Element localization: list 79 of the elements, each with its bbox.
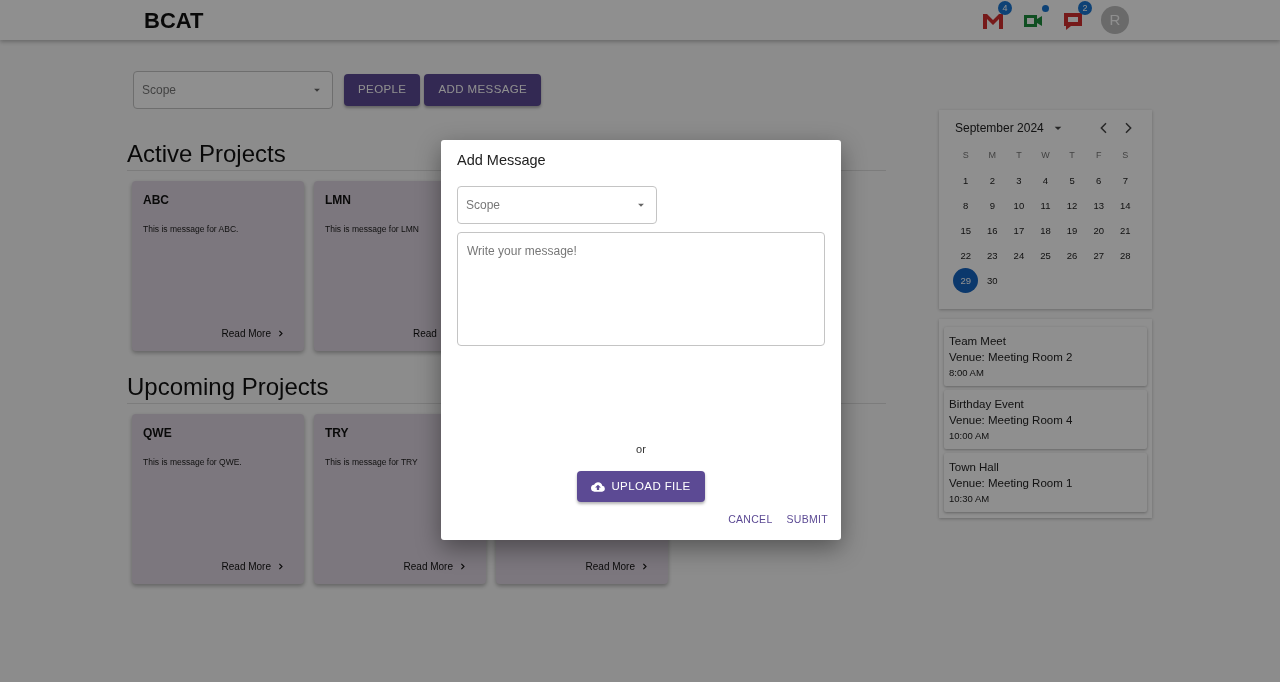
dialog-action-button[interactable]: CANCEL [725, 510, 776, 530]
action-button[interactable]: ADD MESSAGE [424, 74, 542, 106]
calendar-day[interactable]: 20 [1086, 218, 1112, 243]
calendar-day[interactable]: 6 [1086, 168, 1112, 193]
event-card[interactable]: Team Meet Venue: Meeting Room 2 8:00 AM [944, 327, 1147, 386]
calendar-day[interactable]: 3 [1006, 168, 1032, 193]
dialog-title: Add Message [457, 152, 547, 170]
calendar-day[interactable]: 24 [1006, 243, 1032, 268]
event-time: 8:00 AM [949, 366, 985, 380]
event-time: 10:00 AM [949, 429, 991, 443]
calendar-day[interactable]: 4 [1033, 168, 1058, 193]
weekday-label: S [961, 149, 970, 162]
calendar-day[interactable]: 8 [953, 193, 979, 218]
calendar-day[interactable]: 21 [1112, 218, 1138, 243]
read-more-link[interactable]: Read More [221, 325, 293, 341]
calendar-day[interactable]: 27 [1086, 243, 1112, 268]
calendar-day[interactable]: 19 [1059, 218, 1085, 243]
card-message: This is message for QWE. [143, 455, 243, 469]
weekday-label: T [1068, 149, 1076, 162]
calendar-day[interactable]: 13 [1086, 193, 1112, 218]
calendar-day[interactable]: 5 [1059, 168, 1085, 193]
weekday-label: T [1015, 149, 1023, 162]
calendar-day[interactable]: 28 [1112, 243, 1138, 268]
upload-file-button[interactable]: UPLOAD FILE [577, 471, 705, 503]
month-label[interactable]: September 2024 [955, 118, 1044, 137]
card-title: QWE [143, 424, 173, 442]
card-message: This is message for LMN [325, 222, 420, 236]
calendar-day[interactable]: 12 [1059, 193, 1085, 218]
calendar-day[interactable]: 22 [953, 243, 979, 268]
action-button[interactable]: PEOPLE [344, 74, 421, 106]
event-title: Birthday Event [949, 397, 1025, 412]
chevron-right-icon [640, 561, 649, 571]
count-badge: 4 [998, 1, 1012, 15]
calendar-day[interactable]: 30 [979, 268, 1005, 293]
separator-text: or [635, 441, 647, 457]
dialog-action-button[interactable]: SUBMIT [783, 510, 831, 530]
event-card[interactable]: Birthday Event Venue: Meeting Room 4 10:00 AM [944, 390, 1147, 449]
chevron-right-icon [276, 328, 285, 338]
chevron-right-icon [458, 561, 467, 571]
weekday-label: W [1040, 149, 1051, 162]
calendar-day[interactable]: 15 [953, 218, 979, 243]
card-message: This is message for ABC. [143, 222, 240, 236]
event-title: Town Hall [949, 460, 1000, 475]
card-title: ABC [143, 191, 170, 209]
calendar-day[interactable]: 18 [1033, 218, 1058, 243]
card-title: TRY [325, 424, 350, 442]
calendar-day[interactable]: 1 [953, 168, 979, 193]
read-more-link[interactable]: Read More [403, 558, 475, 574]
calendar-day[interactable]: 2 [979, 168, 1005, 193]
calendar-day[interactable]: 10 [1006, 193, 1032, 218]
weekday-label: F [1094, 149, 1103, 162]
event-venue: Venue: Meeting Room 2 [949, 350, 1074, 365]
calendar-day[interactable]: 26 [1059, 243, 1085, 268]
read-more-link[interactable]: Read More [585, 558, 657, 574]
count-badge: 2 [1078, 1, 1092, 15]
calendar-day[interactable]: 25 [1033, 243, 1058, 268]
scope-select[interactable]: Scope [133, 71, 333, 109]
calendar-day[interactable]: 11 [1033, 193, 1058, 218]
weekday-label: M [987, 149, 998, 162]
event-venue: Venue: Meeting Room 1 [949, 476, 1074, 491]
card-message: This is message for TRY [325, 455, 419, 469]
scope-select[interactable]: Scope [457, 186, 657, 225]
calendar-day[interactable]: 14 [1112, 193, 1138, 218]
calendar-day[interactable]: 9 [979, 193, 1005, 218]
read-more-link[interactable]: Read More [221, 558, 293, 574]
weekday-label: S [1121, 149, 1130, 162]
logo-text[interactable]: BCAT [127, 3, 204, 37]
calendar-day[interactable]: 29 [953, 268, 979, 293]
event-title: Team Meet [949, 334, 1007, 349]
chevron-right-icon [276, 561, 285, 571]
calendar-day[interactable]: 7 [1112, 168, 1138, 193]
cloud-upload-icon [591, 479, 606, 494]
event-card[interactable]: Town Hall Venue: Meeting Room 1 10:30 AM [944, 453, 1147, 512]
calendar-day[interactable]: 23 [979, 243, 1005, 268]
message-field[interactable]: Write your message! [457, 232, 825, 347]
event-time: 10:30 AM [949, 492, 991, 506]
event-venue: Venue: Meeting Room 4 [949, 413, 1074, 428]
calendar-day[interactable]: 16 [979, 218, 1005, 243]
calendar-day[interactable]: 17 [1006, 218, 1032, 243]
